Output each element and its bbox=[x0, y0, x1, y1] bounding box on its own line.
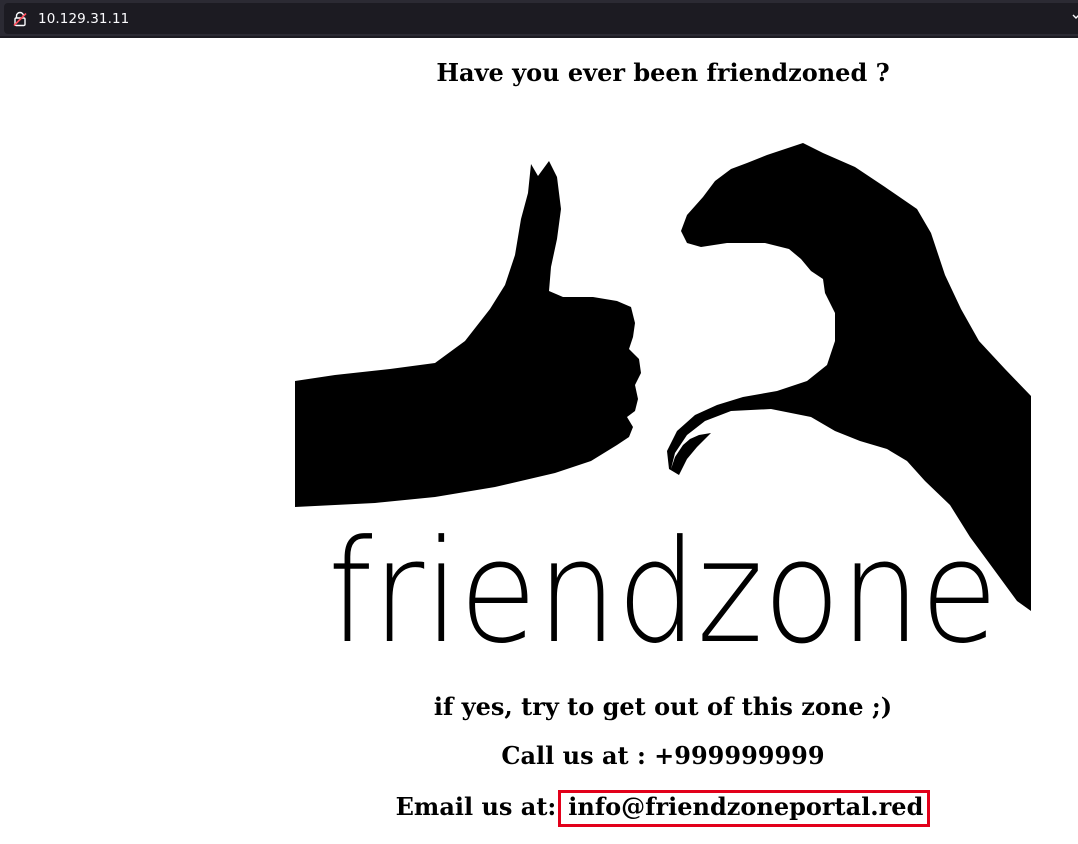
email-highlight-box[interactable]: info@friendzoneportal.red bbox=[558, 790, 931, 827]
email-label: Email us at: bbox=[395, 792, 557, 821]
call-line: Call us at : +999999999 bbox=[501, 741, 825, 770]
address-bar[interactable]: 10.129.31.11 bbox=[4, 3, 1078, 34]
email-address[interactable]: info@friendzoneportal.red bbox=[568, 792, 923, 821]
chevron-down-icon[interactable] bbox=[1072, 12, 1078, 24]
insecure-lock-icon[interactable] bbox=[12, 11, 28, 27]
friendzone-hero-image: friendzone bbox=[295, 109, 1031, 672]
escape-message: if yes, try to get out of this zone ;) bbox=[433, 692, 893, 721]
email-line: Email us at: info@friendzoneportal.red bbox=[0, 790, 1078, 827]
friendzone-logo-text: friendzone bbox=[328, 510, 998, 672]
page-content: Have you ever been friendzoned ? friendz… bbox=[0, 40, 1078, 844]
page-title: Have you ever been friendzoned ? bbox=[436, 58, 890, 87]
hands-silhouette-illustration: friendzone bbox=[295, 109, 1031, 672]
browser-toolbar: 10.129.31.11 bbox=[0, 0, 1078, 38]
url-text[interactable]: 10.129.31.11 bbox=[38, 11, 129, 27]
